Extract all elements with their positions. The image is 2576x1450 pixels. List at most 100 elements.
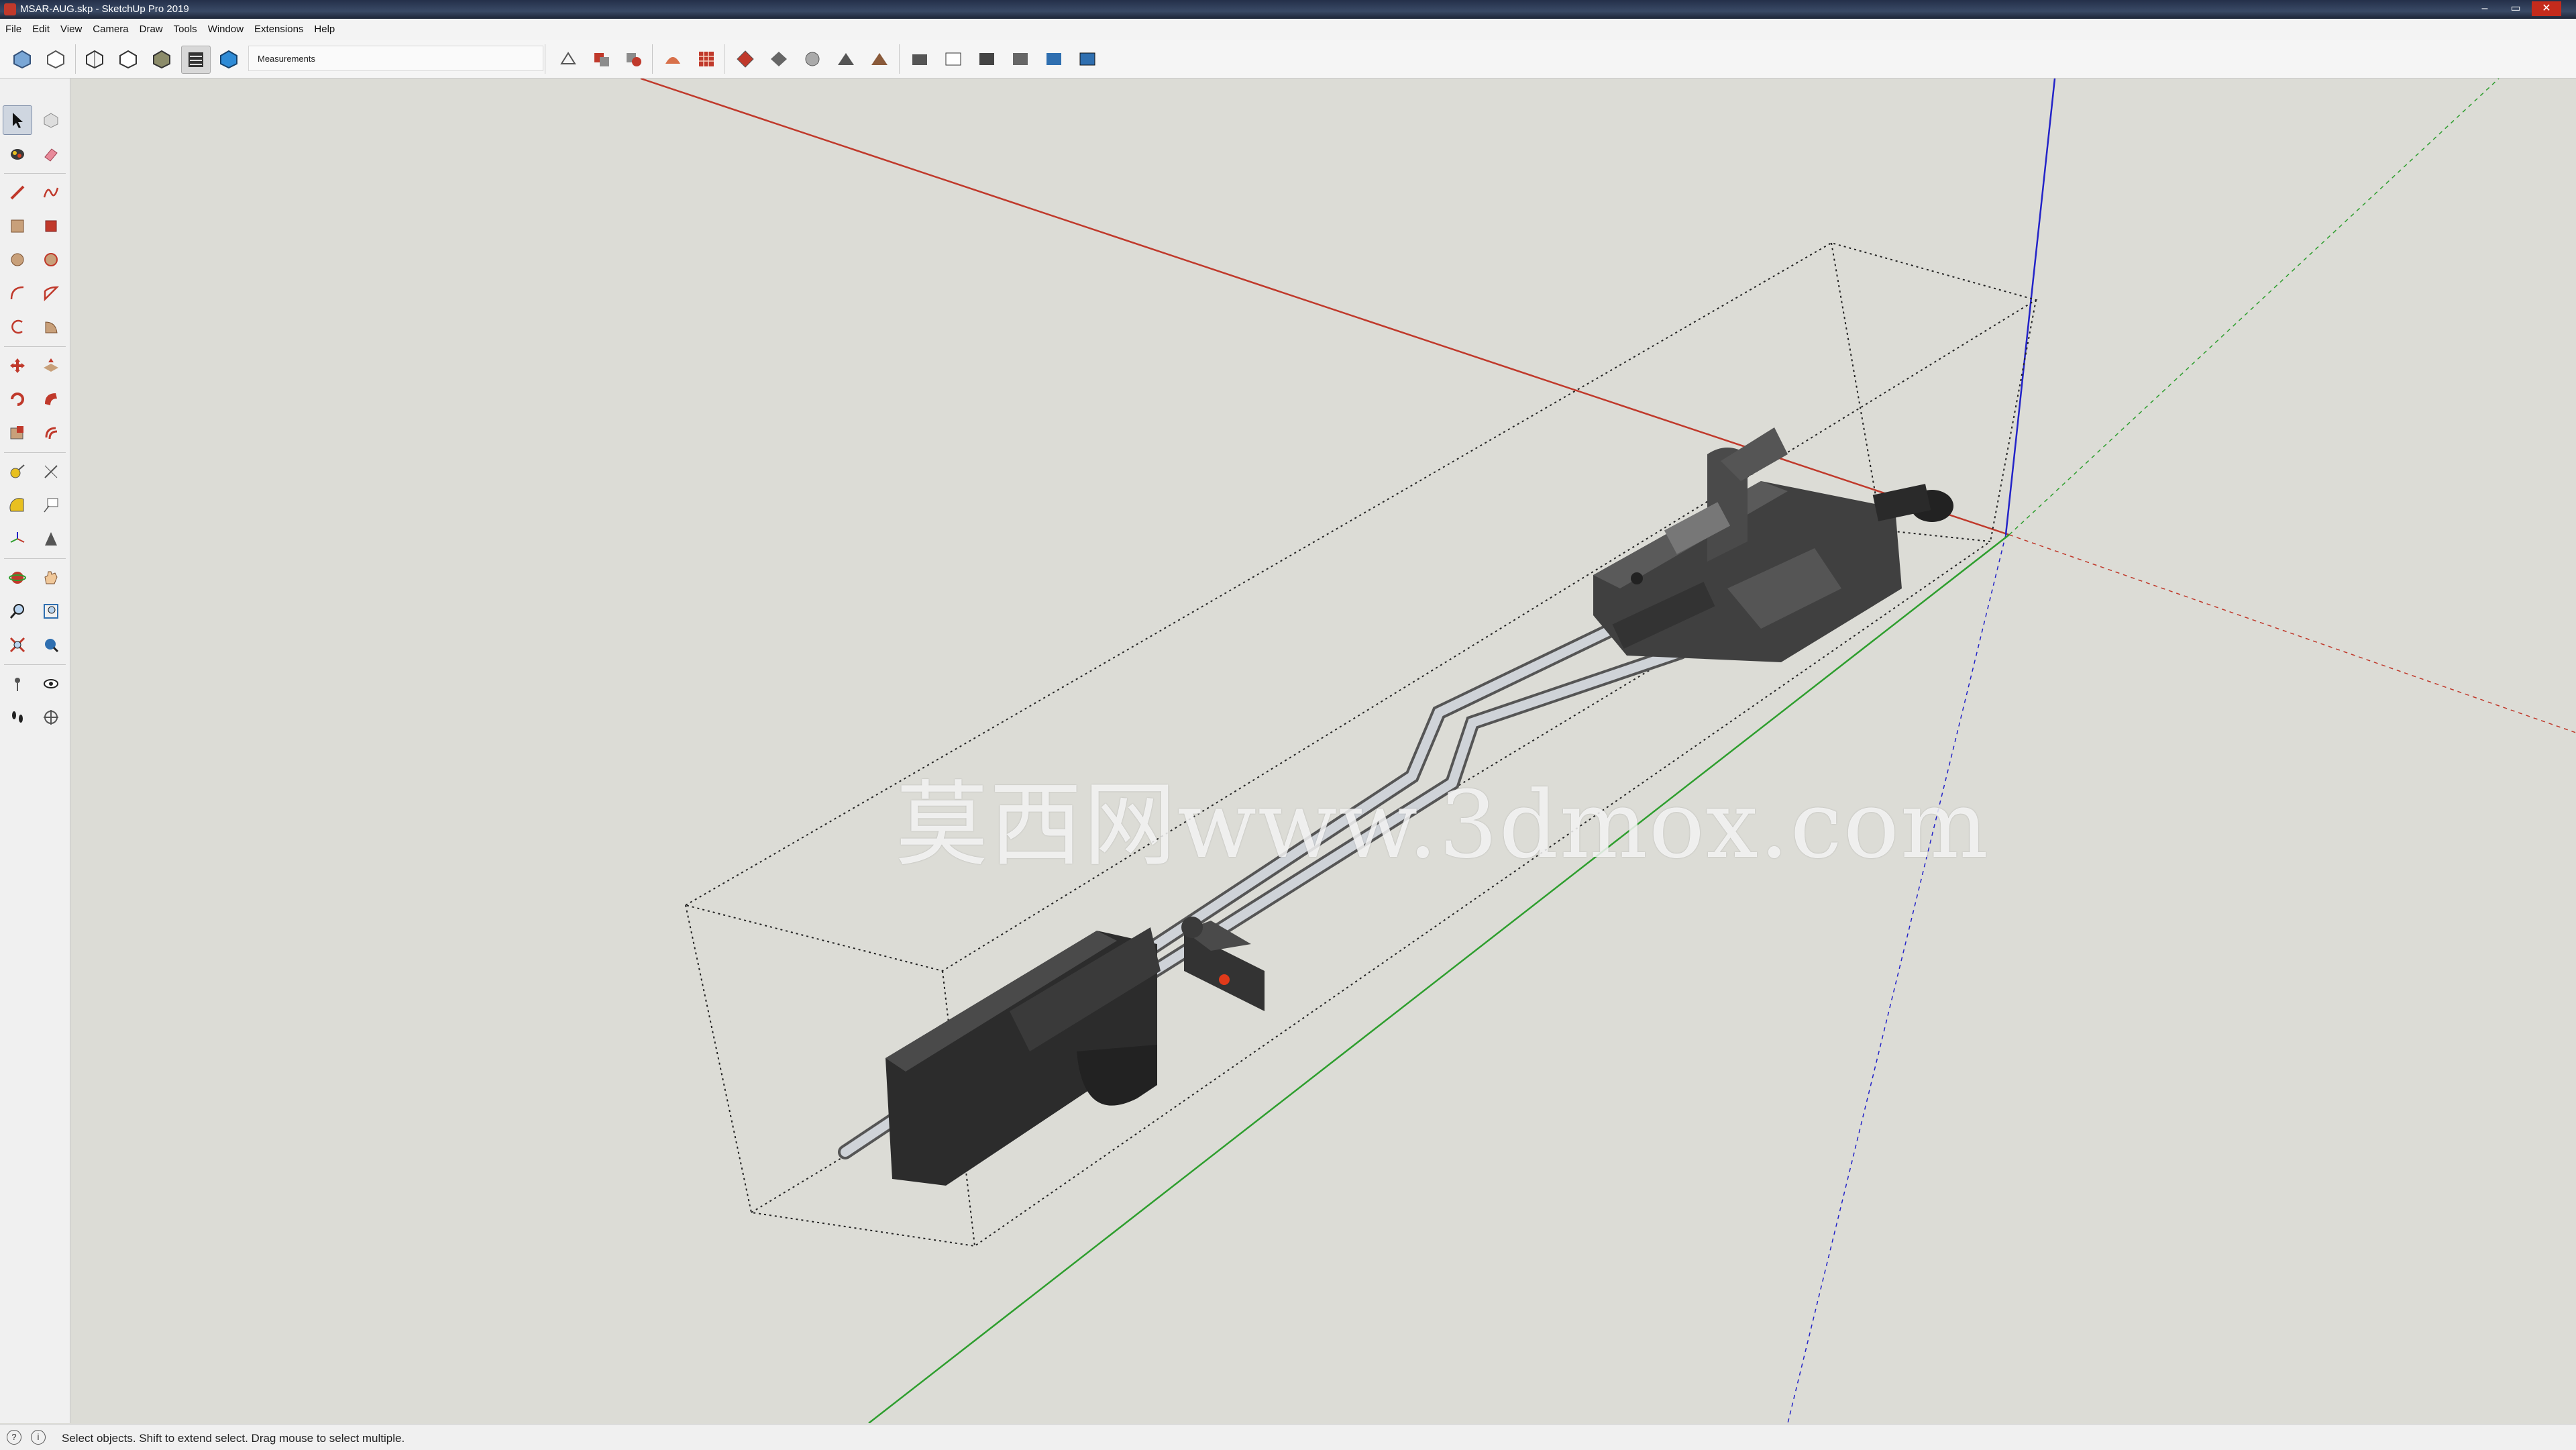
arc-tool-button[interactable] (3, 278, 32, 308)
zoom-tool-button[interactable] (3, 597, 32, 626)
position-camera-button[interactable] (3, 669, 32, 698)
add-detail-button[interactable] (798, 46, 826, 72)
pan-hand-icon (44, 571, 58, 584)
maximize-button[interactable]: ▭ (2501, 1, 2530, 16)
hidden-line-button[interactable] (114, 46, 142, 72)
scale-icon (10, 426, 23, 439)
contours-icon (871, 53, 888, 65)
tape-measure-icon (10, 464, 25, 478)
zoom-window-icon (44, 604, 58, 619)
minimize-button[interactable]: – (2470, 1, 2500, 16)
rectangle-tool-button[interactable] (3, 211, 32, 241)
protractor-button[interactable] (3, 490, 32, 520)
rotated-rectangle-button[interactable] (36, 211, 66, 241)
line-tool-button[interactable] (3, 178, 32, 207)
sandbox-grid-button[interactable] (692, 46, 720, 72)
shaded-button[interactable] (148, 46, 176, 72)
three-point-arc-button[interactable] (3, 312, 32, 342)
pie-tool-button[interactable] (36, 312, 66, 342)
shaded-textures-button[interactable] (181, 46, 211, 74)
polygon-icon (44, 253, 58, 266)
follow-me-button[interactable] (36, 384, 66, 414)
position-camera-icon (15, 678, 20, 691)
hidden-line-icon (119, 50, 137, 69)
rotate-icon (11, 393, 24, 406)
status-bar: ? i Select objects. Shift to extend sele… (0, 1424, 2576, 1450)
eye-icon (44, 679, 58, 688)
menu-window[interactable]: Window (203, 19, 249, 40)
menu-edit[interactable]: Edit (27, 19, 55, 40)
tape-measure-button[interactable] (3, 457, 32, 486)
3d-text-icon (45, 532, 57, 546)
drape-button[interactable] (765, 46, 793, 72)
move-tool-button[interactable] (3, 351, 32, 380)
follow-me-icon (45, 393, 57, 405)
flip-edge-button[interactable] (832, 46, 860, 72)
axes-tool-button[interactable] (3, 524, 32, 554)
menu-extensions[interactable]: Extensions (249, 19, 309, 40)
xray-style-button[interactable] (8, 46, 36, 72)
menu-draw[interactable]: Draw (134, 19, 168, 40)
materials-icon (945, 52, 961, 66)
dimension-tool-button[interactable] (36, 457, 66, 486)
menu-help[interactable]: Help (309, 19, 340, 40)
orbit-tool-button[interactable] (3, 563, 32, 592)
stamp-button[interactable] (731, 46, 759, 72)
shaded-textures-icon (189, 52, 203, 67)
monochrome-button[interactable] (215, 46, 243, 72)
info-icon[interactable]: i (31, 1430, 46, 1445)
status-text: Select objects. Shift to extend select. … (62, 1432, 405, 1445)
styles-panel-button[interactable] (973, 46, 1001, 72)
solid-subtract-button[interactable] (620, 46, 648, 72)
rectangle-icon (11, 219, 24, 233)
materials-panel-button[interactable] (939, 46, 967, 72)
scale-tool-button[interactable] (3, 418, 32, 448)
sketchup-app-icon (4, 3, 16, 15)
from-contours-button[interactable] (865, 46, 894, 72)
wireframe-button[interactable] (80, 46, 109, 72)
close-button[interactable]: ✕ (2532, 1, 2561, 16)
menu-view[interactable]: View (55, 19, 87, 40)
3d-text-button[interactable] (36, 524, 66, 554)
section-plane-button[interactable] (36, 703, 66, 732)
menu-tools[interactable]: Tools (168, 19, 203, 40)
component-tool-button[interactable] (36, 105, 66, 135)
polygon-tool-button[interactable] (36, 245, 66, 274)
pan-tool-button[interactable] (36, 563, 66, 592)
union-icon (594, 53, 609, 66)
circle-tool-button[interactable] (3, 245, 32, 274)
rotate-tool-button[interactable] (3, 384, 32, 414)
eraser-button[interactable] (36, 139, 66, 168)
previous-view-button[interactable] (36, 630, 66, 660)
zoom-window-button[interactable] (36, 597, 66, 626)
model-viewport[interactable]: 莫西网www.3dmox.com (70, 79, 2576, 1423)
red-axis (640, 79, 2010, 536)
menu-file[interactable]: File (0, 19, 27, 40)
sandbox-smoove-button[interactable] (659, 46, 687, 72)
window-title: MSAR-AUG.skp - SketchUp Pro 2019 (20, 3, 189, 15)
two-point-arc-button[interactable] (36, 278, 66, 308)
geo-location-icon[interactable]: ? (7, 1430, 21, 1445)
push-pull-icon (44, 358, 58, 372)
freehand-tool-button[interactable] (36, 178, 66, 207)
back-edges-button[interactable] (42, 46, 70, 72)
look-around-button[interactable] (36, 669, 66, 698)
make-component-icon (44, 113, 58, 128)
outliner-panel-button[interactable] (1073, 46, 1102, 72)
scenes-panel-button[interactable] (1040, 46, 1068, 72)
walk-tool-button[interactable] (3, 703, 32, 732)
push-pull-button[interactable] (36, 351, 66, 380)
rotated-rectangle-icon (45, 220, 57, 232)
offset-tool-button[interactable] (36, 418, 66, 448)
solid-union-button[interactable] (588, 46, 616, 72)
components-icon (912, 54, 927, 65)
components-panel-button[interactable] (906, 46, 934, 72)
layers-panel-button[interactable] (1006, 46, 1034, 72)
soften-edges-button[interactable] (554, 46, 582, 72)
move-arrows-icon (10, 358, 25, 373)
zoom-extents-button[interactable] (3, 630, 32, 660)
select-tool-button[interactable] (3, 105, 32, 135)
menu-camera[interactable]: Camera (87, 19, 133, 40)
text-tool-button[interactable] (36, 490, 66, 520)
paint-bucket-button[interactable] (3, 139, 32, 168)
